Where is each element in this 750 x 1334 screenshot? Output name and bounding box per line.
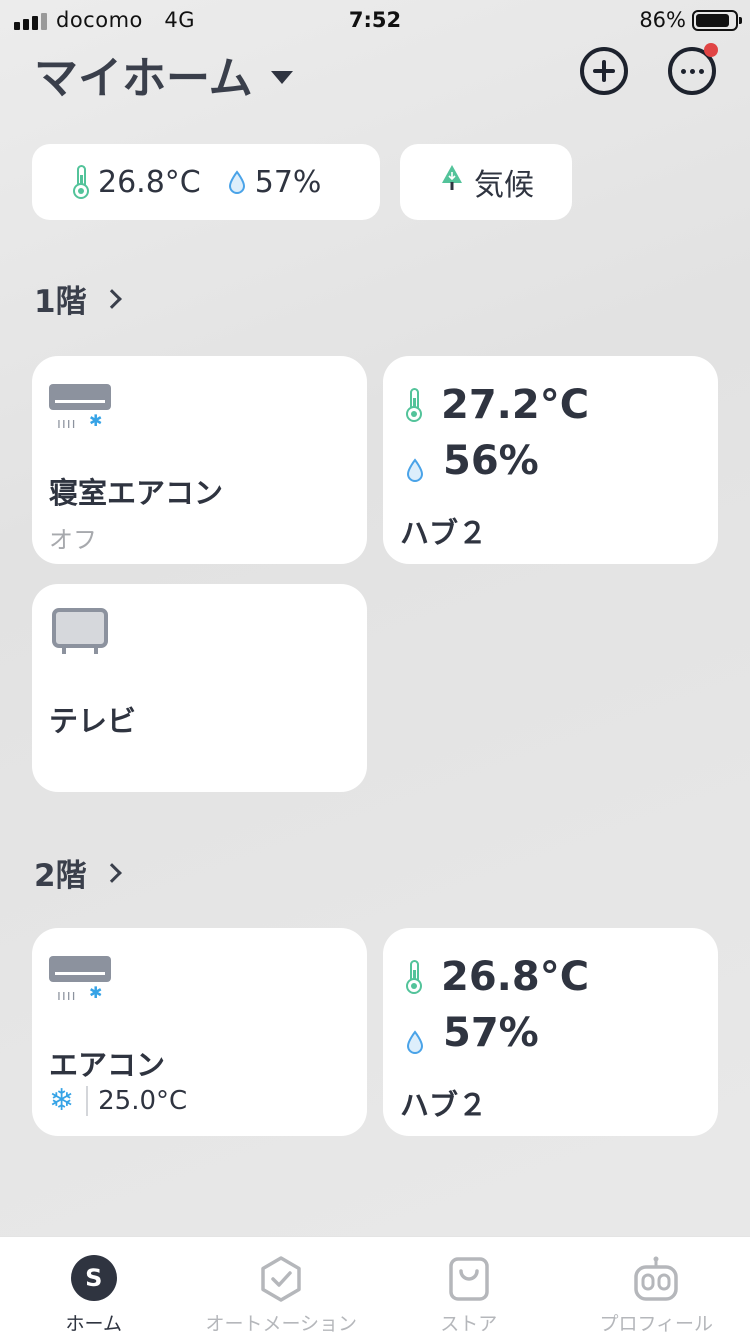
tab-automation[interactable]: オートメーション [188, 1237, 376, 1334]
air-conditioner-icon: ıııı ✱ [49, 384, 111, 432]
tab-label: プロフィール [599, 1313, 714, 1334]
device-name: ハブ２ [400, 516, 488, 550]
environment-chip[interactable]: 26.8°C 57% [32, 144, 380, 220]
tv-icon [52, 608, 108, 654]
chevron-right-icon [101, 288, 122, 309]
robot-profile-icon [632, 1255, 680, 1303]
tab-label: ホーム [65, 1313, 122, 1334]
home-humidity: 57% [254, 164, 322, 200]
floor-name: 1階 [34, 284, 87, 320]
thermometer-icon [72, 165, 90, 199]
floor-1-header[interactable]: 1階 [34, 276, 122, 321]
floor-2-header[interactable]: 2階 [34, 850, 122, 895]
hub-temperature: 26.8°C [441, 954, 590, 1000]
device-name: ハブ２ [400, 1088, 488, 1122]
tab-store[interactable]: ストア [375, 1237, 563, 1334]
home-selector[interactable]: マイホーム [34, 42, 293, 106]
more-button[interactable] [668, 43, 718, 95]
home-s-icon: S [70, 1255, 117, 1301]
tab-bar: S ホーム オートメーション ストア プロフィール [0, 1236, 750, 1334]
tree-icon [438, 163, 466, 201]
home-temperature: 26.8°C [98, 164, 201, 200]
device-name: エアコン [49, 1048, 166, 1082]
water-drop-icon [405, 448, 425, 482]
device-card-hub-1[interactable]: 27.2°C 56% ハブ２ [383, 356, 718, 564]
snowflake-icon: ❄ [49, 1083, 75, 1118]
climate-chip[interactable]: 気候 [400, 144, 572, 220]
tab-label: ストア [440, 1313, 498, 1334]
clock: 7:52 [348, 8, 402, 32]
add-button[interactable] [580, 47, 628, 95]
water-drop-icon [405, 1020, 425, 1054]
hub-humidity: 56% [443, 438, 539, 484]
device-name: 寝室エアコン [49, 476, 224, 510]
notification-dot [704, 43, 718, 57]
store-bag-icon [447, 1255, 491, 1303]
hub-temperature: 27.2°C [441, 382, 590, 428]
device-card-hub-2[interactable]: 26.8°C 57% ハブ２ [383, 928, 718, 1136]
device-card-bedroom-ac[interactable]: ıııı ✱ 寝室エアコン オフ [32, 356, 367, 564]
battery-icon [692, 10, 742, 31]
floor-name: 2階 [34, 858, 87, 894]
status-bar: docomo 4G 7:52 86% [0, 0, 750, 40]
device-card-tv[interactable]: テレビ [32, 584, 367, 792]
thermometer-icon [405, 960, 423, 994]
ac-setting: ❄ 25.0°C [49, 1086, 187, 1116]
thermometer-icon [405, 388, 423, 422]
page-title: マイホーム [34, 53, 253, 104]
automation-icon [257, 1255, 305, 1303]
climate-label: 気候 [474, 168, 534, 203]
tab-home[interactable]: S ホーム [0, 1237, 188, 1334]
ac-setpoint: 25.0°C [98, 1086, 188, 1116]
device-name: テレビ [49, 704, 137, 738]
device-card-ac[interactable]: ıııı ✱ エアコン ❄ 25.0°C [32, 928, 367, 1136]
tab-label: オートメーション [205, 1313, 358, 1334]
battery-percent: 86% [639, 8, 686, 32]
water-drop-icon [227, 169, 247, 195]
tab-profile[interactable]: プロフィール [563, 1237, 750, 1334]
device-status: オフ [49, 526, 97, 554]
caret-down-icon [270, 70, 293, 84]
air-conditioner-icon: ıııı ✱ [49, 956, 111, 1004]
chevron-right-icon [101, 862, 122, 883]
hub-humidity: 57% [443, 1010, 539, 1056]
